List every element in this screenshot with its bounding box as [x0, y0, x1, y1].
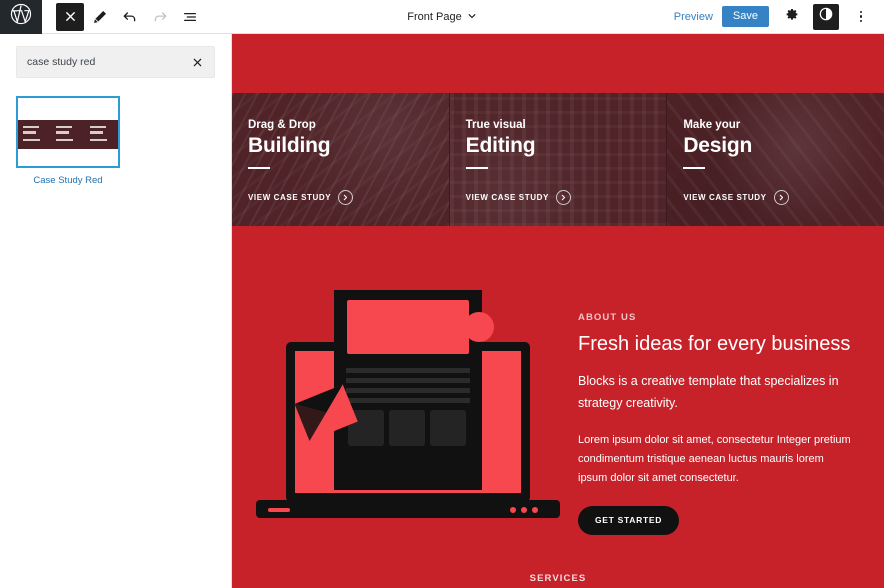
about-lead-paragraph: Blocks is a creative template that speci…: [578, 374, 839, 410]
styles-button[interactable]: [813, 3, 839, 30]
gear-icon: [784, 7, 799, 27]
toolbar-left-group: [42, 2, 204, 31]
more-options-button[interactable]: [848, 4, 874, 30]
about-kicker: ABOUT US: [578, 312, 637, 323]
contrast-circle-icon: [818, 6, 834, 27]
block-inserter-sidebar: Case Study Red: [0, 34, 232, 588]
case-study-card[interactable]: Make your Design VIEW CASE STUDY: [667, 93, 884, 226]
pattern-item-label: Case Study Red: [33, 175, 103, 186]
card-cta-label: VIEW CASE STUDY: [465, 193, 549, 202]
about-section: ABOUT US Fresh ideas for every business …: [232, 260, 884, 560]
toolbar-right-group: Preview Save: [674, 3, 884, 30]
card-cta-link[interactable]: VIEW CASE STUDY: [466, 190, 667, 205]
list-view-button[interactable]: [176, 3, 204, 31]
card-kicker: True visual: [465, 119, 526, 131]
close-editor-button[interactable]: [56, 2, 84, 31]
settings-button[interactable]: [778, 4, 804, 30]
card-divider: [465, 167, 488, 169]
card-divider: [248, 167, 270, 169]
circle-arrow-right-icon: [773, 190, 789, 205]
search-box[interactable]: [16, 46, 215, 78]
card-cta-link[interactable]: VIEW CASE STUDY: [683, 190, 884, 205]
list-view-icon: [182, 9, 198, 25]
editor-toolbar: Front Page Preview Save: [0, 0, 884, 34]
search-input[interactable]: [27, 56, 188, 68]
undo-button[interactable]: [116, 3, 144, 31]
about-title: Fresh ideas for every business: [578, 333, 851, 355]
card-title: Design: [683, 134, 753, 157]
pencil-edit-icon: [92, 9, 108, 25]
inserter-search-area: [0, 34, 231, 78]
circle-arrow-right-icon: [555, 190, 571, 205]
chevron-down-icon: [467, 11, 477, 24]
wordpress-icon: [10, 3, 32, 30]
pattern-item-case-study-red[interactable]: Case Study Red: [16, 96, 120, 186]
more-vertical-dots-icon: [859, 10, 863, 23]
card-cta-label: VIEW CASE STUDY: [248, 193, 332, 202]
edit-mode-button[interactable]: [86, 3, 114, 31]
close-x-icon: [64, 10, 77, 23]
document-title-button[interactable]: Front Page: [407, 11, 476, 24]
editor-canvas[interactable]: Drag & Drop Building VIEW CASE STUDY Tru…: [232, 34, 884, 588]
clear-search-button[interactable]: [188, 53, 206, 71]
undo-arrow-icon: [122, 9, 138, 25]
preview-button[interactable]: Preview: [674, 11, 713, 23]
card-cta-label: VIEW CASE STUDY: [683, 193, 767, 202]
services-section: SERVICES: [232, 560, 884, 588]
pattern-thumbnail[interactable]: [16, 96, 120, 168]
pattern-results-list: Case Study Red: [0, 78, 231, 186]
card-cta-link[interactable]: VIEW CASE STUDY: [248, 190, 449, 205]
save-button[interactable]: Save: [721, 6, 769, 27]
redo-button[interactable]: [146, 3, 174, 31]
card-kicker: Drag & Drop: [248, 119, 316, 131]
document-title-label: Front Page: [407, 11, 462, 23]
card-kicker: Make your: [683, 119, 741, 131]
get-started-button[interactable]: GET STARTED: [578, 506, 680, 535]
case-study-card-row: Drag & Drop Building VIEW CASE STUDY Tru…: [232, 93, 884, 226]
redo-arrow-icon: [152, 9, 168, 25]
about-body-paragraph: Lorem ipsum dolor sit amet, consectetur …: [578, 433, 851, 484]
wordpress-logo-button[interactable]: [0, 0, 42, 34]
laptop-design-illustration: [248, 282, 568, 530]
pattern-thumbnail-preview: [18, 120, 118, 149]
card-divider: [683, 167, 706, 169]
circle-arrow-right-icon: [338, 190, 354, 205]
case-study-card[interactable]: Drag & Drop Building VIEW CASE STUDY: [232, 93, 450, 226]
card-title: Building: [248, 134, 331, 157]
about-text-column: ABOUT US Fresh ideas for every business …: [578, 312, 853, 535]
card-title: Editing: [465, 134, 536, 157]
services-heading: SERVICES: [529, 573, 587, 584]
case-study-card[interactable]: True visual Editing VIEW CASE STUDY: [449, 93, 668, 226]
